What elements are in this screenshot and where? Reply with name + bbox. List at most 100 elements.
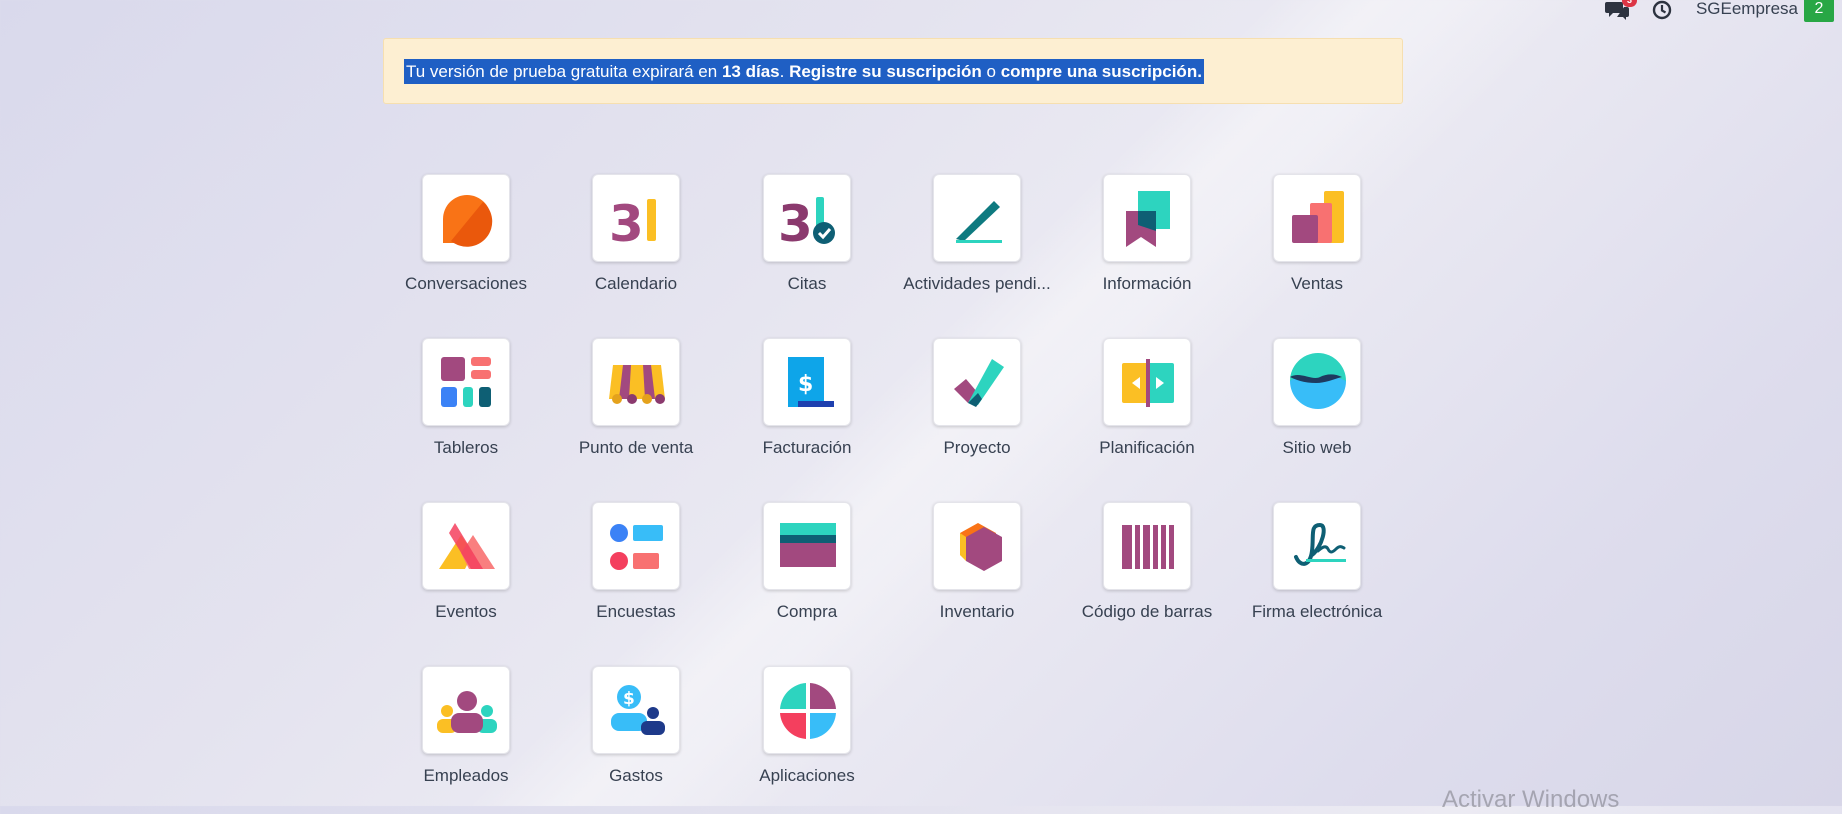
trial-banner-text: Tu versión de prueba gratuita expirará e… bbox=[404, 58, 1204, 84]
company-count-badge[interactable]: 2 bbox=[1804, 0, 1834, 22]
app-tile bbox=[422, 666, 510, 754]
app-citas[interactable]: 3 Citas bbox=[727, 174, 887, 314]
app-tile bbox=[1103, 502, 1191, 590]
gastos-icon: $ bbox=[611, 685, 665, 735]
app-label: Firma electrónica bbox=[1251, 602, 1383, 621]
app-calendario[interactable]: 3 Calendario bbox=[556, 174, 716, 314]
app-label: Actividades pendi... bbox=[903, 274, 1051, 293]
app-firma-electronica[interactable]: Firma electrónica bbox=[1237, 502, 1397, 642]
app-proyecto[interactable]: Proyecto bbox=[897, 338, 1057, 478]
svg-text:$: $ bbox=[798, 372, 813, 397]
app-aplicaciones[interactable]: Aplicaciones bbox=[727, 666, 887, 806]
aplicaciones-icon bbox=[780, 683, 836, 739]
app-empleados[interactable]: Empleados bbox=[386, 666, 546, 806]
buy-subscription-link[interactable]: compre una suscripción. bbox=[1001, 62, 1202, 81]
app-tile bbox=[763, 502, 851, 590]
informacion-icon bbox=[1126, 191, 1170, 247]
windows-activation-watermark: Activar Windows bbox=[1442, 786, 1620, 813]
app-actividades[interactable]: Actividades pendi... bbox=[897, 174, 1057, 314]
app-label: Inventario bbox=[939, 602, 1015, 621]
app-encuestas[interactable]: Encuestas bbox=[556, 502, 716, 642]
app-tile bbox=[1273, 338, 1361, 426]
app-compra[interactable]: Compra bbox=[727, 502, 887, 642]
app-tile bbox=[1273, 174, 1361, 262]
app-label: Gastos bbox=[609, 766, 663, 785]
codigo-de-barras-icon bbox=[1122, 525, 1174, 569]
svg-text:3: 3 bbox=[609, 195, 644, 251]
ventas-icon bbox=[1292, 191, 1344, 243]
facturacion-icon: $ bbox=[788, 357, 834, 407]
app-tile: $ bbox=[763, 338, 851, 426]
app-gastos[interactable]: $ Gastos bbox=[556, 666, 716, 806]
app-planificacion[interactable]: Planificación bbox=[1067, 338, 1227, 478]
proyecto-icon bbox=[954, 359, 1004, 407]
app-label: Información bbox=[1102, 274, 1192, 293]
app-tile bbox=[592, 502, 680, 590]
app-label: Código de barras bbox=[1081, 602, 1213, 621]
app-eventos[interactable]: Eventos bbox=[386, 502, 546, 642]
app-tile bbox=[1273, 502, 1361, 590]
empleados-icon bbox=[437, 691, 497, 733]
eventos-icon bbox=[439, 523, 495, 569]
citas-icon: 3 bbox=[778, 195, 835, 251]
app-label: Punto de venta bbox=[578, 438, 694, 457]
app-tile bbox=[592, 338, 680, 426]
register-subscription-link[interactable]: Registre su suscripción bbox=[789, 62, 982, 81]
inventario-icon bbox=[960, 523, 1002, 571]
app-tile bbox=[763, 666, 851, 754]
app-label: Conversaciones bbox=[405, 274, 527, 293]
punto-de-venta-icon bbox=[609, 365, 665, 404]
app-tile bbox=[933, 502, 1021, 590]
app-conversaciones[interactable]: Conversaciones bbox=[386, 174, 546, 314]
app-inventario[interactable]: Inventario bbox=[897, 502, 1057, 642]
app-label: Empleados bbox=[423, 766, 509, 785]
app-tile bbox=[1103, 174, 1191, 262]
app-codigo-de-barras[interactable]: Código de barras bbox=[1067, 502, 1227, 642]
app-tile: $ bbox=[592, 666, 680, 754]
compra-icon bbox=[780, 523, 836, 567]
chat-icon[interactable]: 3 bbox=[1604, 0, 1638, 20]
app-tile bbox=[422, 174, 510, 262]
calendario-icon: 3 bbox=[609, 195, 656, 251]
banner-separator: . bbox=[779, 61, 790, 81]
app-label: Encuestas bbox=[596, 602, 676, 621]
app-label: Sitio web bbox=[1282, 438, 1352, 457]
planificacion-icon bbox=[1122, 359, 1174, 407]
app-tile bbox=[422, 502, 510, 590]
chat-badge: 3 bbox=[1622, 0, 1638, 7]
app-label: Eventos bbox=[435, 602, 497, 621]
app-tile bbox=[422, 338, 510, 426]
app-label: Citas bbox=[787, 274, 827, 293]
banner-prefix: Tu versión de prueba gratuita expirará e… bbox=[406, 61, 722, 81]
app-label: Facturación bbox=[762, 438, 852, 457]
svg-text:3: 3 bbox=[778, 195, 813, 251]
app-punto-de-venta[interactable]: Punto de venta bbox=[556, 338, 716, 478]
app-sitio-web[interactable]: Sitio web bbox=[1237, 338, 1397, 478]
conversaciones-icon bbox=[443, 195, 493, 247]
app-label: Tableros bbox=[433, 438, 499, 457]
encuestas-icon bbox=[610, 524, 663, 570]
app-tile: 3 bbox=[592, 174, 680, 262]
app-facturacion[interactable]: $ Facturación bbox=[727, 338, 887, 478]
app-label: Compra bbox=[776, 602, 838, 621]
banner-or: o bbox=[981, 61, 1001, 81]
company-switcher[interactable]: SGEempresa bbox=[1696, 0, 1798, 19]
trial-banner: Tu versión de prueba gratuita expirará e… bbox=[383, 38, 1403, 104]
tableros-icon bbox=[441, 357, 491, 407]
svg-text:$: $ bbox=[623, 689, 635, 709]
app-ventas[interactable]: Ventas bbox=[1237, 174, 1397, 314]
app-tile bbox=[933, 174, 1021, 262]
app-tableros[interactable]: Tableros bbox=[386, 338, 546, 478]
actividades-icon bbox=[956, 201, 1002, 243]
app-tile: 3 bbox=[763, 174, 851, 262]
firma-electronica-icon bbox=[1294, 522, 1346, 566]
app-informacion[interactable]: Información bbox=[1067, 174, 1227, 314]
app-label: Aplicaciones bbox=[759, 766, 855, 785]
app-tile bbox=[1103, 338, 1191, 426]
clock-icon[interactable] bbox=[1652, 0, 1672, 20]
app-tile bbox=[933, 338, 1021, 426]
app-label: Planificación bbox=[1099, 438, 1195, 457]
app-label: Ventas bbox=[1291, 274, 1343, 293]
banner-days: 13 días bbox=[721, 61, 780, 81]
app-label: Proyecto bbox=[943, 438, 1011, 457]
